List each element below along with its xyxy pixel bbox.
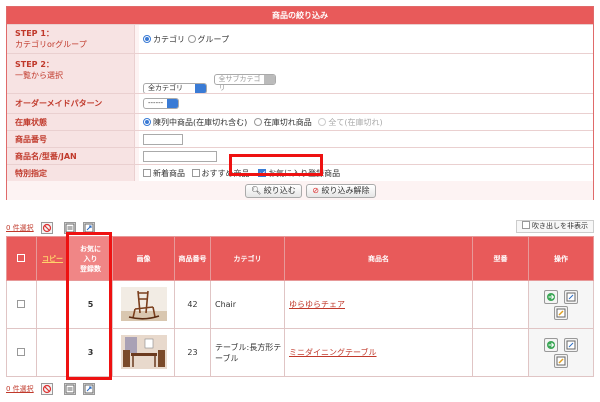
image-cell[interactable]	[112, 280, 175, 329]
item-name-input[interactable]	[143, 151, 217, 162]
select-all-checkbox-icon	[16, 254, 25, 262]
step1-label: STEP 1：	[15, 29, 54, 38]
selected-count-top[interactable]: 0 件選択	[6, 224, 34, 232]
copy-cell	[36, 328, 69, 377]
ops-cell	[528, 280, 594, 329]
step2-label-cell: STEP 2： 一覧から選択	[7, 54, 135, 93]
model-header: 型番	[472, 236, 529, 281]
item-name-controls	[139, 148, 593, 164]
item-name-link[interactable]: ミニダイニングテーブル	[289, 348, 377, 357]
item-no-label: 商品番号	[7, 131, 135, 147]
stock-label: 在庫状態	[7, 114, 135, 130]
radio-on-icon	[143, 35, 151, 43]
name-cell: ミニダイニングテーブル	[284, 328, 473, 377]
clear-icon: ⊘	[312, 186, 319, 195]
image-cell[interactable]	[112, 328, 175, 377]
delete-icon[interactable]	[41, 221, 54, 234]
filter-panel-title: 商品の絞り込み	[7, 7, 593, 24]
step2-row: STEP 2： 一覧から選択 全カテゴリ 全サブカテゴリ	[7, 53, 593, 94]
checkbox-icon	[143, 169, 151, 177]
step2-label: STEP 2：	[15, 60, 54, 69]
dining-table-photo	[120, 334, 167, 369]
name-cell: ゆらゆらチェア	[284, 280, 473, 329]
checkbox-icon	[522, 221, 530, 229]
filter-buttons-row: 🔍︎ 絞り込む ⊘ 絞り込み解除	[7, 181, 593, 200]
stock-row: 在庫状態 陳列中商品(在庫切れ含む) 在庫切れ商品 全て(在庫切れ)	[7, 113, 593, 130]
radio-on-icon	[143, 118, 151, 126]
step2-sublabel: 一覧から選択	[15, 71, 63, 80]
checkbox-icon	[16, 348, 25, 356]
export-icon[interactable]	[564, 289, 578, 304]
radio-category[interactable]: カテゴリ	[143, 35, 185, 44]
step2-controls: 全カテゴリ 全サブカテゴリ	[139, 54, 593, 94]
select-all-header[interactable]	[6, 236, 37, 281]
search-button[interactable]: 🔍︎ 絞り込む	[245, 184, 302, 198]
order-made-label: オーダーメイドパターン	[7, 94, 135, 113]
radio-stock-all[interactable]: 全て(在庫切れ)	[318, 118, 383, 127]
favorites-filter-highlight	[229, 154, 323, 176]
copy-cell	[36, 280, 69, 329]
edit-icon[interactable]	[554, 353, 568, 368]
copy-header[interactable]: コピー	[36, 236, 69, 281]
item-no-header: 商品番号	[174, 236, 211, 281]
filter-buttons: 🔍︎ 絞り込む ⊘ 絞り込み解除	[245, 184, 376, 198]
radio-stock-out[interactable]: 在庫切れ商品	[253, 118, 312, 127]
special-label: 特別指定	[7, 165, 135, 181]
name-header: 商品名	[284, 236, 473, 281]
step1-controls: カテゴリ グループ	[139, 25, 593, 53]
radio-off-icon	[187, 35, 196, 43]
import-icon[interactable]	[83, 382, 96, 395]
clear-filter-button[interactable]: ⊘ 絞り込み解除	[306, 184, 376, 198]
item-no-row: 商品番号	[7, 130, 593, 147]
order-made-row: オーダーメイドパターン ------	[7, 93, 593, 113]
category-header: カテゴリ	[210, 236, 285, 281]
item-no-controls	[139, 131, 593, 147]
row-select-checkbox[interactable]	[6, 280, 37, 329]
ops-header: 操作	[528, 236, 594, 281]
selected-count-bottom[interactable]: 0 件選択	[6, 385, 34, 393]
step1-sublabel: カテゴリorグループ	[15, 40, 87, 49]
row-select-checkbox[interactable]	[6, 328, 37, 377]
item-name-link[interactable]: ゆらゆらチェア	[289, 300, 345, 309]
radio-stock-display[interactable]: 陳列中商品(在庫切れ含む)	[143, 118, 247, 127]
item-name-label: 商品名/型番/JAN	[7, 148, 135, 164]
export-icon[interactable]	[564, 337, 578, 352]
radio-off-icon	[318, 118, 327, 126]
bottom-toolbar: 0 件選択	[6, 382, 96, 396]
chair-photo	[120, 286, 167, 321]
radio-group[interactable]: グループ	[187, 35, 229, 44]
special-controls: 新着商品 おすすめ商品 お気に入り登録商品	[139, 165, 593, 181]
export-icon[interactable]	[63, 382, 76, 395]
copy-icon[interactable]	[544, 289, 558, 304]
model-cell	[472, 280, 529, 329]
delete-icon[interactable]	[41, 382, 54, 395]
subcategory-select[interactable]: 全サブカテゴリ	[213, 74, 276, 92]
step1-row: STEP 1： カテゴリorグループ カテゴリ グループ	[7, 24, 593, 53]
edit-icon[interactable]	[554, 305, 568, 320]
image-header: 画像	[112, 236, 175, 281]
hide-balloon-toggle[interactable]: 吹き出しを非表示	[516, 220, 594, 233]
search-icon: 🔍︎	[251, 186, 262, 195]
item-no-cell: 42	[174, 280, 211, 329]
step1-label-cell: STEP 1： カテゴリorグループ	[7, 25, 135, 53]
category-cell: Chair	[210, 280, 285, 329]
stock-controls: 陳列中商品(在庫切れ含む) 在庫切れ商品 全て(在庫切れ)	[139, 114, 593, 130]
order-made-controls: ------	[139, 94, 593, 113]
checkbox-icon	[16, 300, 25, 308]
model-cell	[472, 328, 529, 377]
check-new-items[interactable]: 新着商品	[143, 169, 185, 178]
order-made-select[interactable]: ------	[143, 98, 179, 109]
item-no-cell: 23	[174, 328, 211, 377]
favorites-column-highlight	[66, 232, 112, 380]
item-no-input[interactable]	[143, 134, 183, 145]
radio-off-icon	[253, 118, 262, 126]
copy-icon[interactable]	[544, 337, 558, 352]
checkbox-icon	[191, 169, 200, 177]
ops-cell	[528, 328, 594, 377]
category-cell: テーブル:長方形テ ーブル	[210, 328, 285, 377]
